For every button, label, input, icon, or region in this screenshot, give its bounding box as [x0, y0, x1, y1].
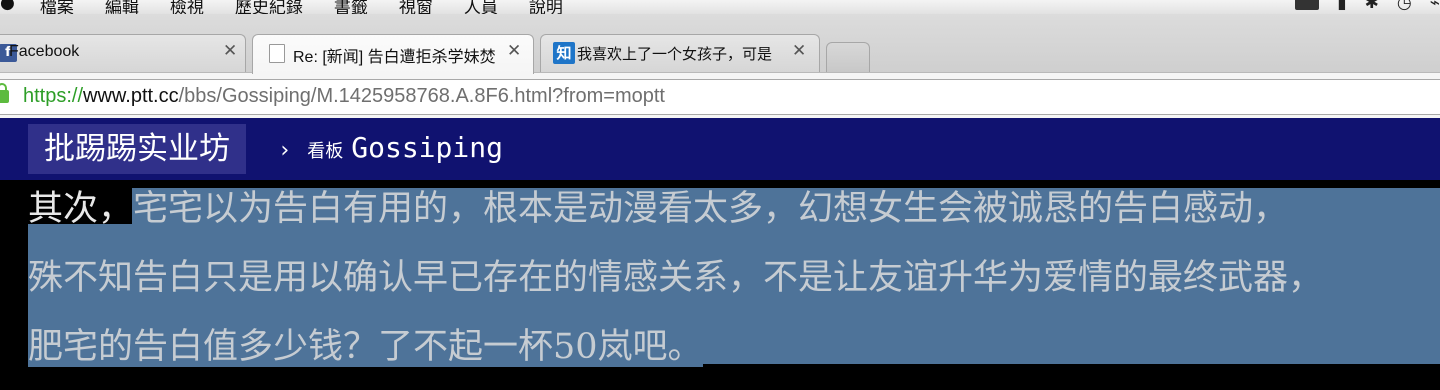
zhihu-icon: 知 [553, 42, 575, 64]
article-line: 其次，宅宅以为告白有用的，根本是动漫看太多，幻想女生会被诚恳的告白感动， [28, 186, 1289, 232]
article-text-unselected: 其次， [28, 189, 134, 229]
article-text-selected: 肥宅的告白值多少钱？了不起一杯50岚吧。 [28, 327, 703, 367]
article-line: 肥宅的告白值多少钱？了不起一杯50岚吧。 [28, 324, 703, 370]
address-bar[interactable]: https://www.ptt.cc/bbs/Gossiping/M.14259… [0, 79, 1440, 115]
tab-title: Facebook [9, 43, 80, 60]
dropbox-icon[interactable] [1295, 0, 1320, 10]
tab-strip: f Facebook ✕ Re: [新闻] 告白遭拒杀学妹焚 ✕ 知 我喜欢上了… [0, 14, 1440, 74]
browser-toolbar: https://www.ptt.cc/bbs/Gossiping/M.14259… [0, 72, 1440, 118]
wifi-icon[interactable]: ⌁ [1430, 0, 1440, 13]
bluetooth-icon[interactable]: ✱ [1365, 0, 1379, 13]
menubar-items: ● 檔案 編輯 檢視 歷史紀錄 書籤 視窗 人員 說明 [0, 0, 594, 14]
article-content: 其次，宅宅以为告白有用的，根本是动漫看太多，幻想女生会被诚恳的告白感动， 殊不知… [0, 180, 1440, 390]
menu-file[interactable]: 檔案 [40, 0, 74, 14]
url-scheme: https:// [23, 85, 84, 107]
url-path: /bbs/Gossiping/M.1425958768.A.8F6.html?f… [178, 85, 665, 107]
url-host: www.ptt.cc [83, 85, 179, 107]
site-logo[interactable]: 批踢踢实业坊 [28, 124, 246, 174]
apple-menu-icon[interactable]: ● [0, 0, 15, 14]
menu-people[interactable]: 人員 [464, 0, 498, 14]
document-icon [269, 44, 285, 63]
menu-edit[interactable]: 編輯 [105, 0, 139, 14]
breadcrumb: › 看板 Gossiping [278, 131, 503, 164]
board-label: 看板 [307, 141, 344, 162]
ptt-header: 批踢踢实业坊 › 看板 Gossiping [0, 118, 1440, 180]
menubar-tray: ▮ ✱ ◷ ⌁ [1295, 0, 1440, 13]
close-icon[interactable]: ✕ [223, 41, 237, 61]
tab-title: Re: [新闻] 告白遭拒杀学妹焚 [293, 49, 496, 66]
tab-facebook[interactable]: f Facebook ✕ [0, 34, 246, 72]
breadcrumb-separator: › [278, 138, 292, 163]
tab-ptt-article[interactable]: Re: [新闻] 告白遭拒杀学妹焚 ✕ [252, 34, 534, 74]
menu-view[interactable]: 檢視 [170, 0, 204, 14]
tab-title: 我喜欢上了一个女孩子，可是 [577, 46, 773, 63]
display-icon[interactable]: ▮ [1337, 0, 1346, 13]
menu-window[interactable]: 視窗 [399, 0, 433, 14]
close-icon[interactable]: ✕ [507, 41, 521, 61]
new-tab-button[interactable] [826, 42, 870, 72]
menu-help[interactable]: 說明 [529, 0, 563, 14]
article-text-selected: 宅宅以为告白有用的，根本是动漫看太多，幻想女生会被诚恳的告白感动， [133, 189, 1289, 229]
url-text[interactable]: https://www.ptt.cc/bbs/Gossiping/M.14259… [23, 85, 665, 108]
menu-history[interactable]: 歷史紀錄 [235, 0, 303, 14]
tab-zhihu[interactable]: 知 我喜欢上了一个女孩子，可是 ✕ [540, 34, 820, 72]
board-name-link[interactable]: Gossiping [351, 131, 503, 164]
lock-icon[interactable] [0, 83, 9, 103]
article-text-selected: 殊不知告白只是用以确认早已存在的情感关系，不是让友谊升华为爱情的最终武器， [28, 258, 1324, 298]
menu-bookmarks[interactable]: 書籤 [334, 0, 368, 14]
mac-menubar: ● 檔案 編輯 檢視 歷史紀錄 書籤 視窗 人員 說明 ▮ ✱ ◷ ⌁ [0, 0, 1440, 14]
clock-icon[interactable]: ◷ [1397, 0, 1412, 13]
close-icon[interactable]: ✕ [792, 41, 806, 61]
article-line: 殊不知告白只是用以确认早已存在的情感关系，不是让友谊升华为爱情的最终武器， [28, 255, 1324, 301]
